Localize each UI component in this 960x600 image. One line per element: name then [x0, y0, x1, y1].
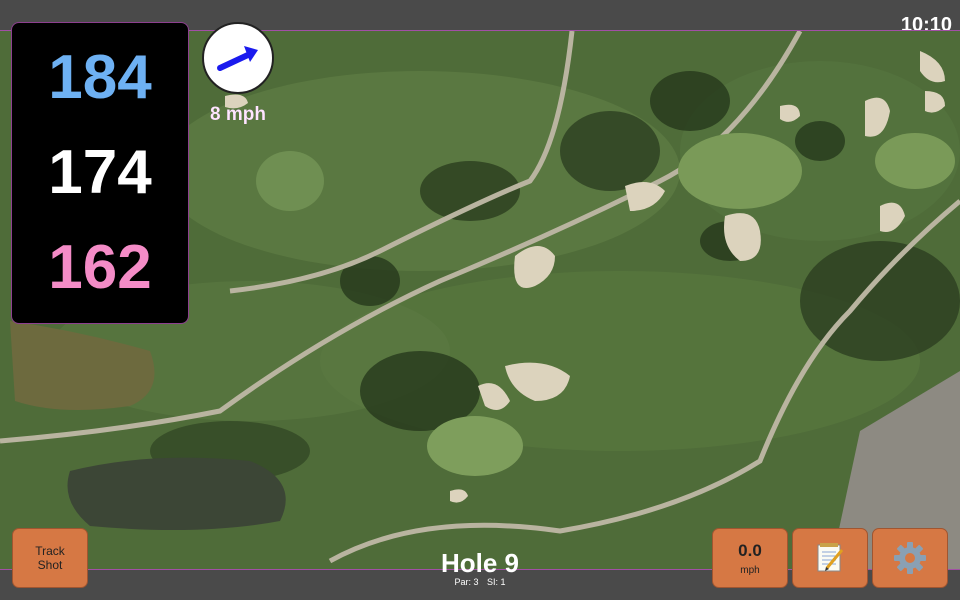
wind-direction-arrow-icon [217, 46, 258, 71]
track-shot-label: Track Shot [35, 544, 65, 572]
distance-middle: 174 [48, 137, 152, 207]
hole-info: Par: 3 SI: 1 [380, 577, 580, 587]
hole-si: SI: 1 [487, 577, 506, 587]
settings-button[interactable] [872, 528, 948, 588]
gear-icon [894, 542, 926, 574]
notes-button[interactable] [792, 528, 868, 588]
distance-back: 184 [48, 43, 152, 113]
speed-button[interactable]: 0.0 mph [712, 528, 788, 588]
hole-title: Hole 9 [440, 548, 520, 578]
wind-speed-label: 8 mph [210, 104, 266, 125]
distance-front: 162 [48, 232, 152, 302]
wind-indicator [202, 22, 274, 94]
notepad-icon [817, 543, 844, 572]
speed-value: 0.0 [738, 540, 762, 560]
speed-unit: mph [740, 564, 760, 576]
distance-panel: 184 174 162 [11, 22, 189, 324]
hole-par: Par: 3 [454, 577, 479, 587]
track-shot-button[interactable]: Track Shot [12, 528, 88, 588]
